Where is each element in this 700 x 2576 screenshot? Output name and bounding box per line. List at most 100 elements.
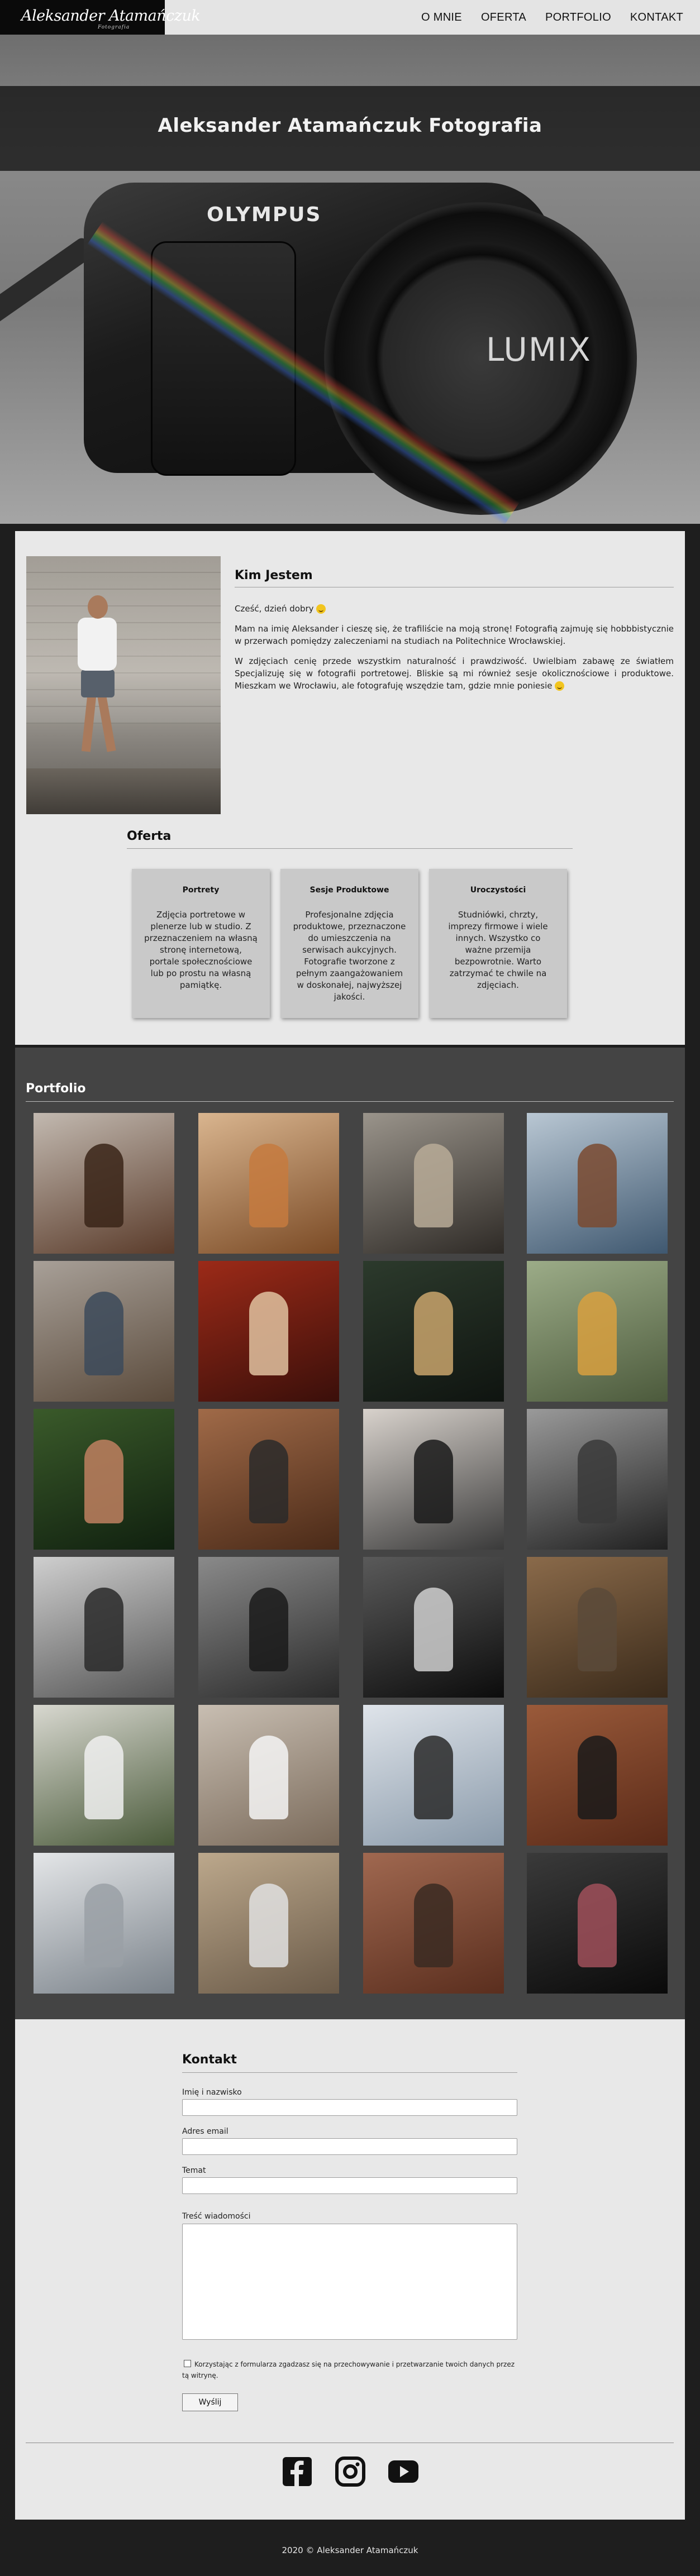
portfolio-photo-4[interactable] — [527, 1113, 668, 1254]
photo-subject — [414, 1884, 453, 1968]
message-textarea[interactable] — [182, 2224, 517, 2340]
offer-title: Oferta — [127, 829, 172, 843]
photo-subject — [249, 1440, 288, 1524]
photo-subject — [84, 1588, 123, 1672]
photo-subject — [578, 1588, 617, 1672]
photo-ground — [26, 768, 221, 814]
photo-subject — [249, 1292, 288, 1376]
offer-card-title: Portrety — [182, 886, 220, 895]
email-label: Adres email — [182, 2127, 228, 2136]
portfolio-photo-14[interactable] — [198, 1557, 339, 1698]
portfolio-photo-2[interactable] — [198, 1113, 339, 1254]
photo-subject — [414, 1588, 453, 1672]
about-paragraph-text: W zdjęciach cenię przede wszystkim natur… — [235, 656, 674, 691]
contact-title: Kontakt — [182, 2053, 237, 2067]
offer-card-text: Zdjęcia portretowe w plenerze lub w stud… — [144, 910, 258, 990]
about-section: Kim Jestem Cześć, dzień dobry Mam na imi… — [15, 531, 685, 1045]
about-greeting: Cześć, dzień dobry — [235, 604, 314, 614]
nav-links: O MNIE OFERTA PORTFOLIO KONTAKT — [421, 0, 683, 35]
about-paragraph: Cześć, dzień dobry — [235, 603, 674, 615]
youtube-icon[interactable] — [388, 2456, 419, 2487]
offer-card-title: Sesje Produktowe — [309, 886, 389, 895]
facebook-icon[interactable] — [282, 2456, 313, 2487]
portfolio-photo-19[interactable] — [363, 1705, 504, 1846]
portfolio-photo-15[interactable] — [363, 1557, 504, 1698]
name-label: Imię i nazwisko — [182, 2088, 242, 2097]
subject-label: Temat — [182, 2166, 206, 2175]
about-text: Cześć, dzień dobry Mam na imię Aleksande… — [235, 603, 674, 700]
portfolio-photo-16[interactable] — [527, 1557, 668, 1698]
offer-card-sesje-produktowe: Sesje Produktowe Profesjonalne zdjęcia p… — [280, 869, 418, 1018]
portrait-photo — [26, 556, 221, 814]
photo-subject — [578, 1440, 617, 1524]
page: Aleksander Atamańczuk Fotografia O MNIE … — [0, 0, 700, 2576]
portfolio-photo-11[interactable] — [363, 1409, 504, 1550]
portfolio-photo-7[interactable] — [363, 1261, 504, 1402]
camera-brand-text: OLYMPUS — [207, 203, 322, 226]
portfolio-photo-13[interactable] — [34, 1557, 174, 1698]
about-paragraph: Mam na imię Aleksander i cieszę się, że … — [235, 624, 674, 646]
portfolio-photo-6[interactable] — [198, 1261, 339, 1402]
photo-subject — [249, 1588, 288, 1672]
portfolio-photo-21[interactable] — [34, 1853, 174, 1994]
hero-title: Aleksander Atamańczuk Fotografia — [158, 114, 542, 137]
about-paragraph: W zdjęciach cenię przede wszystkim natur… — [235, 655, 674, 692]
portfolio-photo-12[interactable] — [527, 1409, 668, 1550]
nav-link-oferta[interactable]: OFERTA — [481, 11, 526, 24]
portfolio-photo-9[interactable] — [34, 1409, 174, 1550]
photo-figure-shirt — [78, 618, 117, 671]
photo-subject — [249, 1884, 288, 1968]
nav-link-kontakt[interactable]: KONTAKT — [630, 11, 683, 24]
portfolio-photo-5[interactable] — [34, 1261, 174, 1402]
smile-emoji-icon — [316, 604, 326, 614]
portfolio-photo-3[interactable] — [363, 1113, 504, 1254]
offer-card-title: Uroczystości — [470, 886, 526, 895]
contact-section: Kontakt Imię i nazwisko Adres email Tema… — [15, 2019, 685, 2520]
portfolio-photo-1[interactable] — [34, 1113, 174, 1254]
portfolio-photo-18[interactable] — [198, 1705, 339, 1846]
offer-card-portrety: Portrety Zdjęcia portretowe w plenerze l… — [132, 869, 270, 1018]
footer: 2020 © Aleksander Atamańczuk — [0, 2520, 700, 2576]
message-label: Treść wiadomości — [182, 2212, 251, 2221]
offer-card-text: Profesjonalne zdjęcia produktowe, przezn… — [293, 910, 406, 1002]
portfolio-photo-8[interactable] — [527, 1261, 668, 1402]
photo-wall-stripes — [26, 556, 221, 724]
photo-subject — [578, 1144, 617, 1228]
photo-figure-head — [88, 595, 108, 619]
photo-subject — [84, 1292, 123, 1376]
portfolio-grid — [15, 1048, 685, 2019]
portfolio-photo-10[interactable] — [198, 1409, 339, 1550]
hero-section: OLYMPUS LUMIX Aleksander Atamańczuk Foto… — [0, 35, 700, 524]
photo-subject — [414, 1736, 453, 1820]
contact-divider — [182, 2072, 517, 2073]
photo-subject — [414, 1440, 453, 1524]
nav-link-o-mnie[interactable]: O MNIE — [421, 11, 462, 24]
subject-input[interactable] — [182, 2177, 517, 2194]
nav-link-portfolio[interactable]: PORTFOLIO — [545, 11, 611, 24]
camera-strap — [0, 236, 96, 325]
portfolio-photo-17[interactable] — [34, 1705, 174, 1846]
photo-subject — [414, 1144, 453, 1228]
photo-subject — [578, 1884, 617, 1968]
logo-text: Aleksander Atamańczuk — [21, 7, 201, 25]
logo-subtext: Fotografia — [98, 25, 130, 30]
about-title: Kim Jestem — [235, 568, 313, 582]
photo-figure-shorts — [81, 670, 115, 697]
photo-subject — [249, 1144, 288, 1228]
social-links — [15, 2456, 685, 2487]
offer-card-uroczystosci: Uroczystości Studniówki, chrzty, imprezy… — [429, 869, 567, 1018]
portfolio-photo-20[interactable] — [527, 1705, 668, 1846]
photo-subject — [84, 1884, 123, 1968]
instagram-icon[interactable] — [335, 2456, 366, 2487]
portfolio-photo-23[interactable] — [363, 1853, 504, 1994]
photo-subject — [578, 1736, 617, 1820]
name-input[interactable] — [182, 2099, 517, 2116]
site-logo[interactable]: Aleksander Atamańczuk Fotografia — [0, 0, 201, 35]
portfolio-photo-24[interactable] — [527, 1853, 668, 1994]
portfolio-photo-22[interactable] — [198, 1853, 339, 1994]
submit-button[interactable]: Wyślij — [182, 2393, 238, 2411]
consent-text: Korzystając z formularza zgadzasz się na… — [182, 2360, 515, 2379]
photo-subject — [84, 1144, 123, 1228]
footer-copyright: 2020 © Aleksander Atamańczuk — [282, 2545, 418, 2555]
email-input[interactable] — [182, 2138, 517, 2155]
